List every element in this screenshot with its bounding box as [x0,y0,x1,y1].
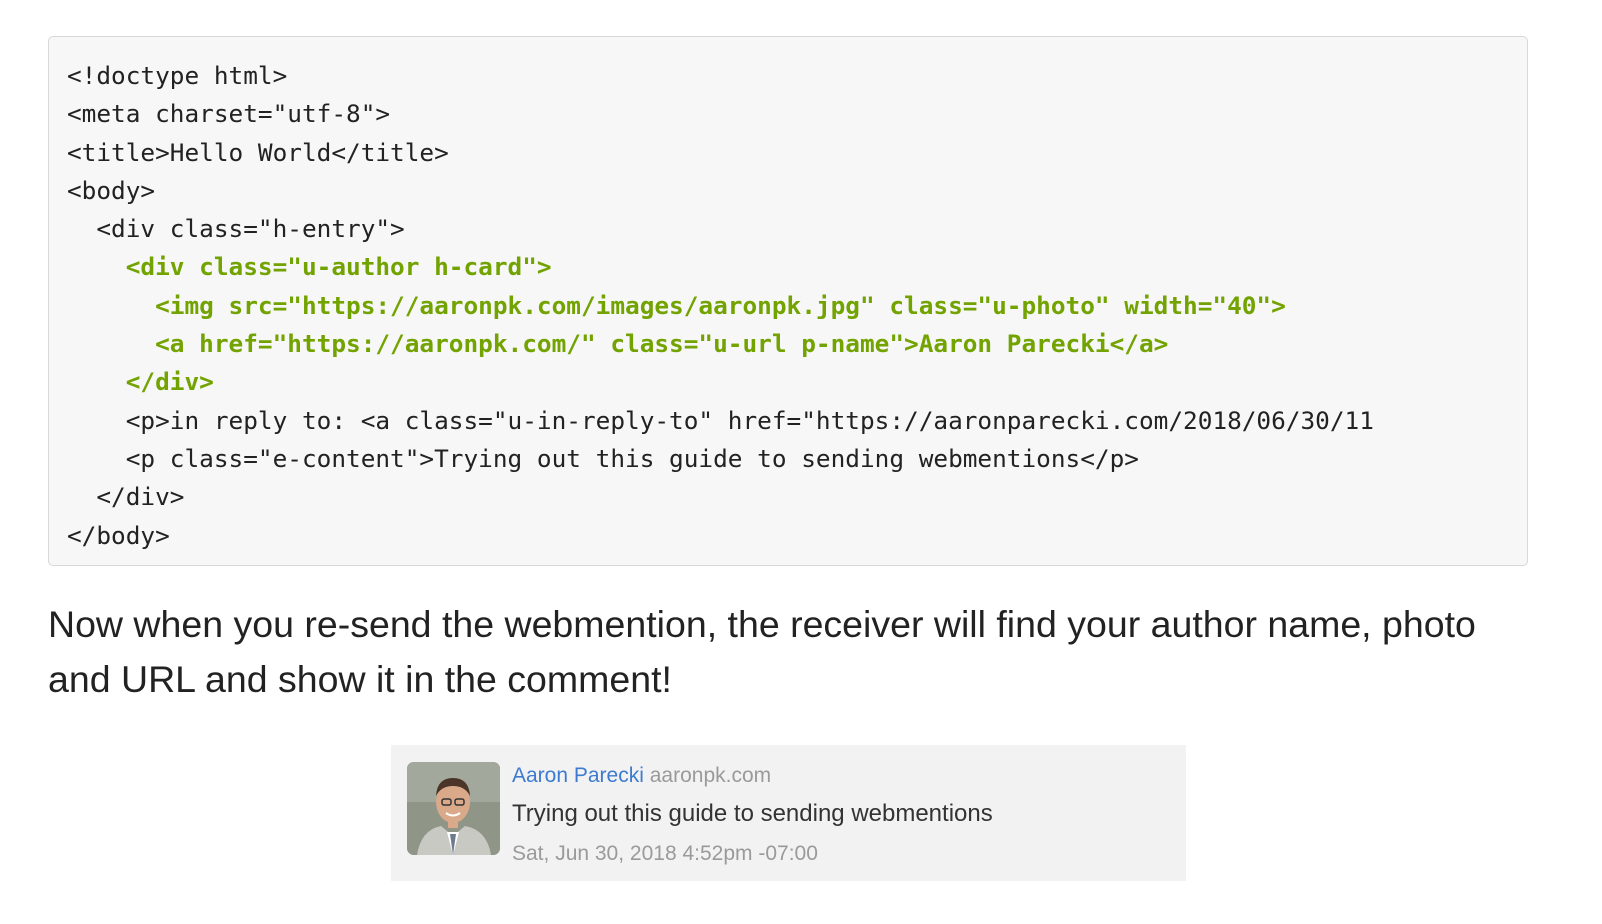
code-line-highlighted: <a href="https://aaronpk.com/" class="u-… [67,329,1169,359]
code-line: <body> [67,175,156,205]
code-line-highlighted: <div class="u-author h-card"> [67,252,552,282]
code-line: <meta charset="utf-8"> [67,99,391,129]
code-line: </div> [67,482,185,512]
code-line-highlighted: </div> [67,367,214,397]
code-line: </body> [67,520,170,550]
code-line: <title>Hello World</title> [67,137,449,167]
code-line: <p class="e-content">Trying out this gui… [67,443,1139,473]
code-line-highlighted: <img src="https://aaronpk.com/images/aar… [67,290,1286,320]
comment-card: Aaron Parecki aaronpk.com Trying out thi… [391,745,1186,881]
author-name-link[interactable]: Aaron Parecki [512,764,644,787]
author-domain: aaronpk.com [649,764,772,787]
comment-author-line: Aaron Parecki aaronpk.com [512,762,771,790]
code-line: <!doctype html> [67,61,288,90]
author-avatar[interactable] [407,762,500,855]
avatar-photo-icon [407,762,500,855]
code-listing: <!doctype html> <meta charset="utf-8"> <ti… [67,57,1374,555]
code-line: <div class="h-entry"> [67,214,405,244]
comment-date-link[interactable]: Sat, Jun 30, 2018 4:52pm -07:00 [512,840,818,868]
code-line: <p>in reply to: <a class="u-in-reply-to"… [67,405,1374,435]
code-block: <!doctype html> <meta charset="utf-8"> <ti… [48,36,1528,566]
body-paragraph: Now when you re-send the webmention, the… [48,603,1476,700]
comment-content: Trying out this guide to sending webment… [512,800,993,827]
